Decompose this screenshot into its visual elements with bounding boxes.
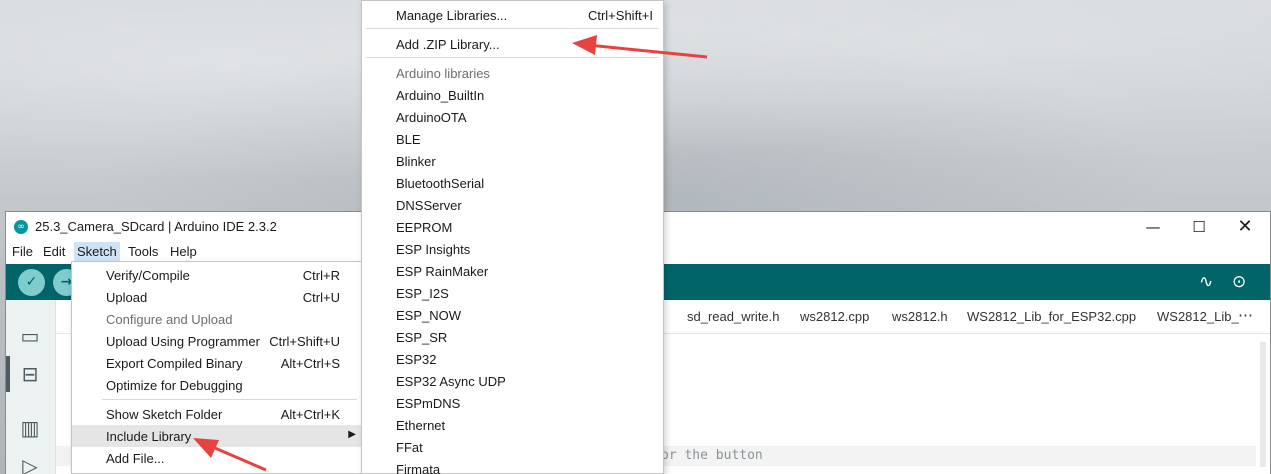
library-item-label: ESP32	[396, 352, 437, 367]
menu-item-upload-using-programmer[interactable]: Upload Using Programmer Ctrl+Shift+U	[72, 330, 361, 352]
serial-plotter-icon[interactable]: ∿	[1199, 272, 1213, 292]
close-icon[interactable]: ✕	[1222, 212, 1268, 242]
library-item[interactable]: ESP Insights	[362, 238, 663, 260]
menu-item-label: Configure and Upload	[106, 312, 233, 327]
menu-item-add-zip-library[interactable]: Add .ZIP Library...	[362, 33, 663, 55]
library-item[interactable]: DNSServer	[362, 194, 663, 216]
submenu-arrow-icon: ▶	[348, 429, 356, 440]
library-item-label: EEPROM	[396, 220, 453, 235]
menu-item-label: Optimize for Debugging	[106, 378, 243, 393]
library-item[interactable]: ESP RainMaker	[362, 260, 663, 282]
menu-item-label: Upload Using Programmer	[106, 334, 260, 349]
menu-sketch[interactable]: Sketch	[74, 242, 120, 262]
library-item-label: ESP RainMaker	[396, 264, 489, 279]
library-item-label: ESP32 Async UDP	[396, 374, 506, 389]
tab-ws2812-lib-cpp[interactable]: WS2812_Lib_for_ESP32.cpp	[967, 309, 1136, 324]
serial-monitor-icon[interactable]: ⊙	[1232, 272, 1246, 292]
library-item[interactable]: BluetoothSerial	[362, 172, 663, 194]
library-item[interactable]: BLE	[362, 128, 663, 150]
library-item[interactable]: ESP_SR	[362, 326, 663, 348]
library-item-label: Arduino_BuiltIn	[396, 88, 485, 103]
folder-icon[interactable]: ▭	[14, 320, 46, 352]
menu-item-upload[interactable]: Upload Ctrl+U	[72, 286, 361, 308]
more-tabs-icon[interactable]: ⋯	[1238, 306, 1254, 324]
tab-ws2812-h[interactable]: ws2812.h	[892, 309, 948, 324]
library-item[interactable]: ESP_NOW	[362, 304, 663, 326]
library-item-label: FFat	[396, 440, 423, 455]
editor-scrollbar[interactable]	[1260, 342, 1266, 467]
code-line: or the button	[661, 448, 763, 463]
verify-check-icon[interactable]: ✓	[18, 269, 45, 296]
section-header-arduino-libraries: Arduino libraries	[396, 66, 490, 81]
menu-file[interactable]: File	[9, 242, 36, 262]
library-item-label: ESP_I2S	[396, 286, 449, 301]
library-item-label: Firmata	[396, 462, 441, 474]
library-item-label: Blinker	[396, 154, 436, 169]
board-icon[interactable]: ⊟	[14, 358, 46, 390]
menu-item-shortcut: Alt+Ctrl+K	[280, 407, 340, 422]
library-item-label: Ethernet	[396, 418, 446, 433]
menu-separator	[366, 28, 659, 29]
menu-item-label: Verify/Compile	[106, 268, 190, 283]
library-item[interactable]: FFat	[362, 436, 663, 458]
menu-item-include-library[interactable]: Include Library ▶	[72, 425, 361, 447]
menu-item-optimize-for-debugging[interactable]: Optimize for Debugging	[72, 374, 361, 396]
library-item[interactable]: ESP_I2S	[362, 282, 663, 304]
menu-item-export-compiled-binary[interactable]: Export Compiled Binary Alt+Ctrl+S	[72, 352, 361, 374]
menu-item-shortcut: Ctrl+Shift+I	[587, 8, 653, 23]
library-item-label: BLE	[396, 132, 421, 147]
include-library-submenu: Manage Libraries... Ctrl+Shift+I Add .ZI…	[361, 0, 664, 474]
window-title: 25.3_Camera_SDcard | Arduino IDE 2.3.2	[35, 219, 277, 234]
menu-separator	[102, 399, 357, 400]
library-icon[interactable]: ▥	[14, 412, 46, 444]
menu-item-shortcut: Ctrl+Shift+U	[269, 334, 340, 349]
menu-item-label: Add File...	[106, 451, 165, 466]
library-item[interactable]: Ethernet	[362, 414, 663, 436]
menu-tools[interactable]: Tools	[125, 242, 161, 262]
menu-edit[interactable]: Edit	[40, 242, 68, 262]
menu-item-configure-and-upload: Configure and Upload	[72, 308, 361, 330]
menu-item-add-file[interactable]: Add File...	[72, 447, 361, 469]
tab-sd-read-write-h[interactable]: sd_read_write.h	[687, 309, 780, 324]
library-item[interactable]: Firmata	[362, 458, 663, 474]
debug-icon[interactable]: ▷	[14, 450, 46, 474]
menu-item-label: Export Compiled Binary	[106, 356, 243, 371]
menu-item-label: Manage Libraries...	[396, 8, 508, 23]
library-item[interactable]: ESPmDNS	[362, 392, 663, 414]
minimize-icon[interactable]: —	[1130, 212, 1176, 242]
library-item[interactable]: Arduino_BuiltIn	[362, 84, 663, 106]
menu-separator	[366, 57, 659, 58]
menu-item-label: Include Library	[106, 429, 192, 444]
library-item-label: BluetoothSerial	[396, 176, 485, 191]
library-item[interactable]: ArduinoOTA	[362, 106, 663, 128]
menu-item-manage-libraries[interactable]: Manage Libraries... Ctrl+Shift+I	[362, 4, 663, 26]
sidebar-active-indicator	[6, 356, 10, 392]
menu-item-verify-compile[interactable]: Verify/Compile Ctrl+R	[72, 264, 361, 286]
tab-ws2812-lib-truncated[interactable]: WS2812_Lib_	[1157, 309, 1239, 324]
arduino-infinity-icon: ∞	[14, 220, 28, 234]
menu-item-shortcut: Alt+Ctrl+S	[280, 356, 340, 371]
tab-ws2812-cpp[interactable]: ws2812.cpp	[800, 309, 869, 324]
library-item[interactable]: Blinker	[362, 150, 663, 172]
maximize-icon[interactable]: ☐	[1176, 212, 1222, 242]
library-item-label: ArduinoOTA	[396, 110, 467, 125]
library-item-label: ESP Insights	[396, 242, 471, 257]
library-item[interactable]: EEPROM	[362, 216, 663, 238]
library-item-label: ESP_NOW	[396, 308, 462, 323]
library-item-label: DNSServer	[396, 198, 462, 213]
menu-help[interactable]: Help	[167, 242, 200, 262]
library-item[interactable]: ESP32	[362, 348, 663, 370]
library-item-label: ESPmDNS	[396, 396, 461, 411]
menu-item-label: Add .ZIP Library...	[396, 37, 500, 52]
menu-item-label: Upload	[106, 290, 148, 305]
menu-item-shortcut: Ctrl+R	[302, 268, 340, 283]
library-item[interactable]: ESP32 Async UDP	[362, 370, 663, 392]
activity-sidebar: ▭ ⊟ ▥ ▷	[6, 300, 56, 474]
menu-item-show-sketch-folder[interactable]: Show Sketch Folder Alt+Ctrl+K	[72, 403, 361, 425]
sketch-menu-dropdown: Verify/Compile Ctrl+R Upload Ctrl+U Conf…	[71, 261, 362, 474]
library-item-label: ESP_SR	[396, 330, 448, 345]
menu-item-shortcut: Ctrl+U	[302, 290, 340, 305]
menu-item-label: Show Sketch Folder	[106, 407, 223, 422]
